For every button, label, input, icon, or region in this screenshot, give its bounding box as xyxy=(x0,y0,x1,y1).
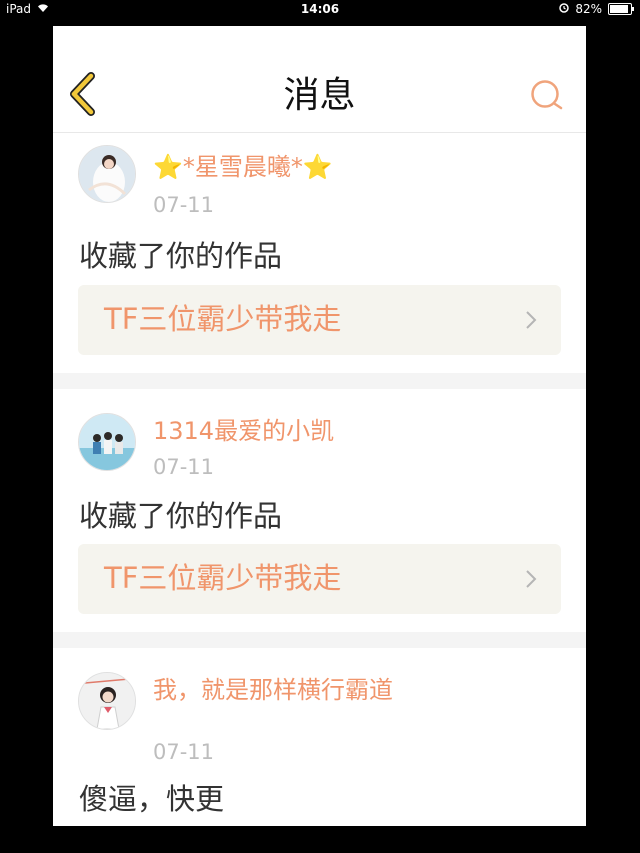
battery-percent: 82% xyxy=(575,2,602,16)
app-screen: 消息 ⭐*星雪晨曦*⭐ 07-11 收藏了你的作品 TF三位霸少带我走 1314… xyxy=(53,26,586,826)
message-text: 傻逼，快更 xyxy=(79,782,225,816)
chevron-right-icon xyxy=(526,570,537,588)
search-icon xyxy=(531,80,563,110)
work-link[interactable]: TF三位霸少带我走 xyxy=(78,285,561,355)
avatar[interactable] xyxy=(78,145,136,203)
nav-bar: 消息 xyxy=(53,26,586,133)
clock: 14:06 xyxy=(300,2,340,16)
avatar[interactable] xyxy=(78,672,136,730)
alarm-icon xyxy=(559,0,570,18)
work-link[interactable]: TF三位霸少带我走 xyxy=(78,544,561,614)
message-date: 07-11 xyxy=(153,740,215,764)
username-link[interactable]: 1314最爱的小凯 xyxy=(153,417,413,445)
message-date: 07-11 xyxy=(153,455,215,479)
message-list: ⭐*星雪晨曦*⭐ 07-11 收藏了你的作品 TF三位霸少带我走 1314最爱的… xyxy=(53,133,586,826)
page-title: 消息 xyxy=(283,75,356,116)
avatar[interactable] xyxy=(78,413,136,471)
divider xyxy=(53,632,586,648)
username-link[interactable]: 我，就是那样横行霸道 xyxy=(153,676,403,704)
battery-fill xyxy=(610,5,629,13)
message-card: 1314最爱的小凯 07-11 收藏了你的作品 TF三位霸少带我走 xyxy=(53,389,586,632)
work-title: TF三位霸少带我走 xyxy=(104,561,342,595)
battery-icon xyxy=(608,3,634,15)
message-text: 收藏了你的作品 xyxy=(79,499,283,533)
message-date: 07-11 xyxy=(153,193,215,217)
chevron-right-icon xyxy=(526,311,537,329)
username-link[interactable]: ⭐*星雪晨曦*⭐ xyxy=(153,153,413,181)
message-card: ⭐*星雪晨曦*⭐ 07-11 收藏了你的作品 TF三位霸少带我走 xyxy=(53,133,586,373)
message-card: 我，就是那样横行霸道 07-11 傻逼，快更 xyxy=(53,648,586,826)
work-title: TF三位霸少带我走 xyxy=(104,302,342,336)
search-button[interactable] xyxy=(530,78,564,112)
divider xyxy=(53,373,586,389)
status-bar: iPad 14:06 82% xyxy=(0,0,640,18)
message-text: 收藏了你的作品 xyxy=(79,239,283,273)
